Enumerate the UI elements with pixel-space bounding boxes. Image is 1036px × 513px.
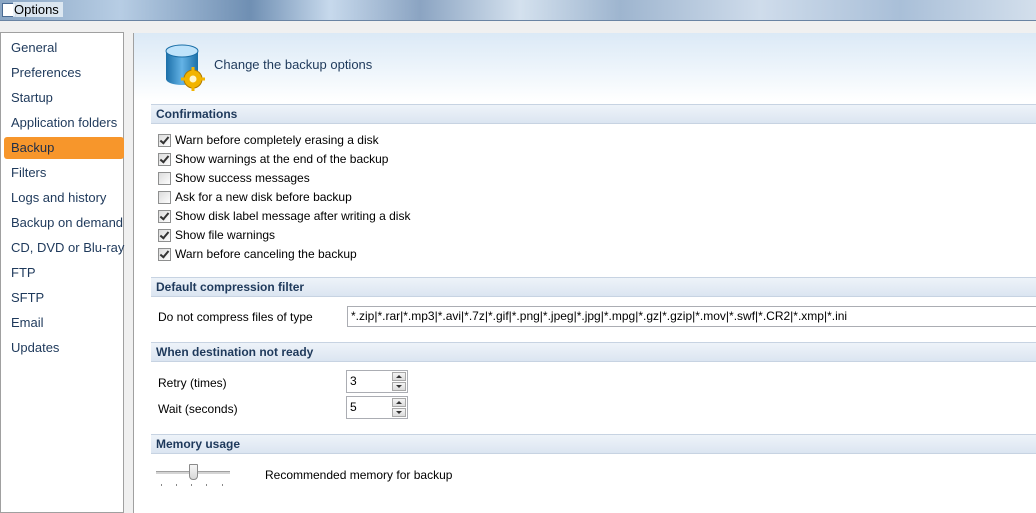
compression-filter-input[interactable]: *.zip|*.rar|*.mp3|*.avi|*.7z|*.gif|*.png… xyxy=(347,306,1036,327)
checkbox[interactable] xyxy=(158,229,171,242)
sidebar-item-general[interactable]: General xyxy=(4,37,124,59)
slider-tick xyxy=(176,484,177,486)
wait-stepper[interactable]: 5 xyxy=(346,396,408,419)
memory-label: Recommended memory for backup xyxy=(265,468,453,482)
sidebar: General Preferences Startup Application … xyxy=(0,32,124,513)
option-warn-cancel[interactable]: Warn before canceling the backup xyxy=(158,246,357,263)
sidebar-item-filters[interactable]: Filters xyxy=(4,162,124,184)
option-warn-erase-disk[interactable]: Warn before completely erasing a disk xyxy=(158,132,379,149)
stepper-buttons xyxy=(392,398,406,417)
checkbox[interactable] xyxy=(158,210,171,223)
checkbox[interactable] xyxy=(158,153,171,166)
option-show-file-warnings[interactable]: Show file warnings xyxy=(158,227,275,244)
stepper-up-button[interactable] xyxy=(392,372,406,381)
stepper-down-button[interactable] xyxy=(392,408,406,417)
memory-slider[interactable] xyxy=(156,463,232,487)
stepper-buttons xyxy=(392,372,406,391)
window-title: Options xyxy=(13,2,63,17)
checkbox[interactable] xyxy=(158,134,171,147)
title-bar: Options xyxy=(0,0,1036,21)
section-confirmations-header: Confirmations xyxy=(151,104,1036,124)
slider-tick xyxy=(206,484,207,486)
sidebar-item-application-folders[interactable]: Application folders xyxy=(4,112,124,134)
option-show-warnings-end[interactable]: Show warnings at the end of the backup xyxy=(158,151,388,168)
checkbox[interactable] xyxy=(158,248,171,261)
wait-value[interactable]: 5 xyxy=(350,400,357,414)
option-label: Show disk label message after writing a … xyxy=(175,209,411,223)
database-settings-icon xyxy=(165,44,205,91)
slider-tick xyxy=(191,484,192,486)
sidebar-item-startup[interactable]: Startup xyxy=(4,87,124,109)
sidebar-item-backup[interactable]: Backup xyxy=(4,137,124,159)
option-label: Warn before completely erasing a disk xyxy=(175,133,379,147)
retry-value[interactable]: 3 xyxy=(350,374,357,388)
sidebar-item-cd-dvd-bluray[interactable]: CD, DVD or Blu-ray xyxy=(4,237,124,259)
wait-label: Wait (seconds) xyxy=(158,402,238,416)
sidebar-item-email[interactable]: Email xyxy=(4,312,124,334)
slider-tick xyxy=(222,484,223,486)
section-memory-header: Memory usage xyxy=(151,434,1036,454)
compression-filter-label: Do not compress files of type xyxy=(158,310,313,324)
retry-label: Retry (times) xyxy=(158,376,227,390)
stepper-down-button[interactable] xyxy=(392,382,406,391)
option-show-success[interactable]: Show success messages xyxy=(158,170,310,187)
page-header: Change the backup options xyxy=(134,33,1036,101)
sidebar-item-sftp[interactable]: SFTP xyxy=(4,287,124,309)
option-label: Show file warnings xyxy=(175,228,276,242)
slider-tick xyxy=(161,484,162,486)
sidebar-item-logs-and-history[interactable]: Logs and history xyxy=(4,187,124,209)
option-ask-new-disk[interactable]: Ask for a new disk before backup xyxy=(158,189,352,206)
section-compression-header: Default compression filter xyxy=(151,277,1036,297)
sidebar-item-updates[interactable]: Updates xyxy=(4,337,124,359)
option-label: Show warnings at the end of the backup xyxy=(175,152,389,166)
option-show-disk-label[interactable]: Show disk label message after writing a … xyxy=(158,208,410,225)
checkbox[interactable] xyxy=(158,172,171,185)
option-label: Show success messages xyxy=(175,171,310,185)
main-panel: Change the backup options Confirmations … xyxy=(133,33,1036,513)
checkbox[interactable] xyxy=(158,191,171,204)
sidebar-item-backup-on-demand[interactable]: Backup on demand xyxy=(4,212,124,234)
retry-stepper[interactable]: 3 xyxy=(346,370,408,393)
slider-thumb[interactable] xyxy=(189,464,198,480)
page-title: Change the backup options xyxy=(214,57,373,72)
sidebar-item-preferences[interactable]: Preferences xyxy=(4,62,124,84)
sidebar-item-ftp[interactable]: FTP xyxy=(4,262,124,284)
option-label: Warn before canceling the backup xyxy=(175,247,357,261)
section-destination-header: When destination not ready xyxy=(151,342,1036,362)
stepper-up-button[interactable] xyxy=(392,398,406,407)
option-label: Ask for a new disk before backup xyxy=(175,190,352,204)
